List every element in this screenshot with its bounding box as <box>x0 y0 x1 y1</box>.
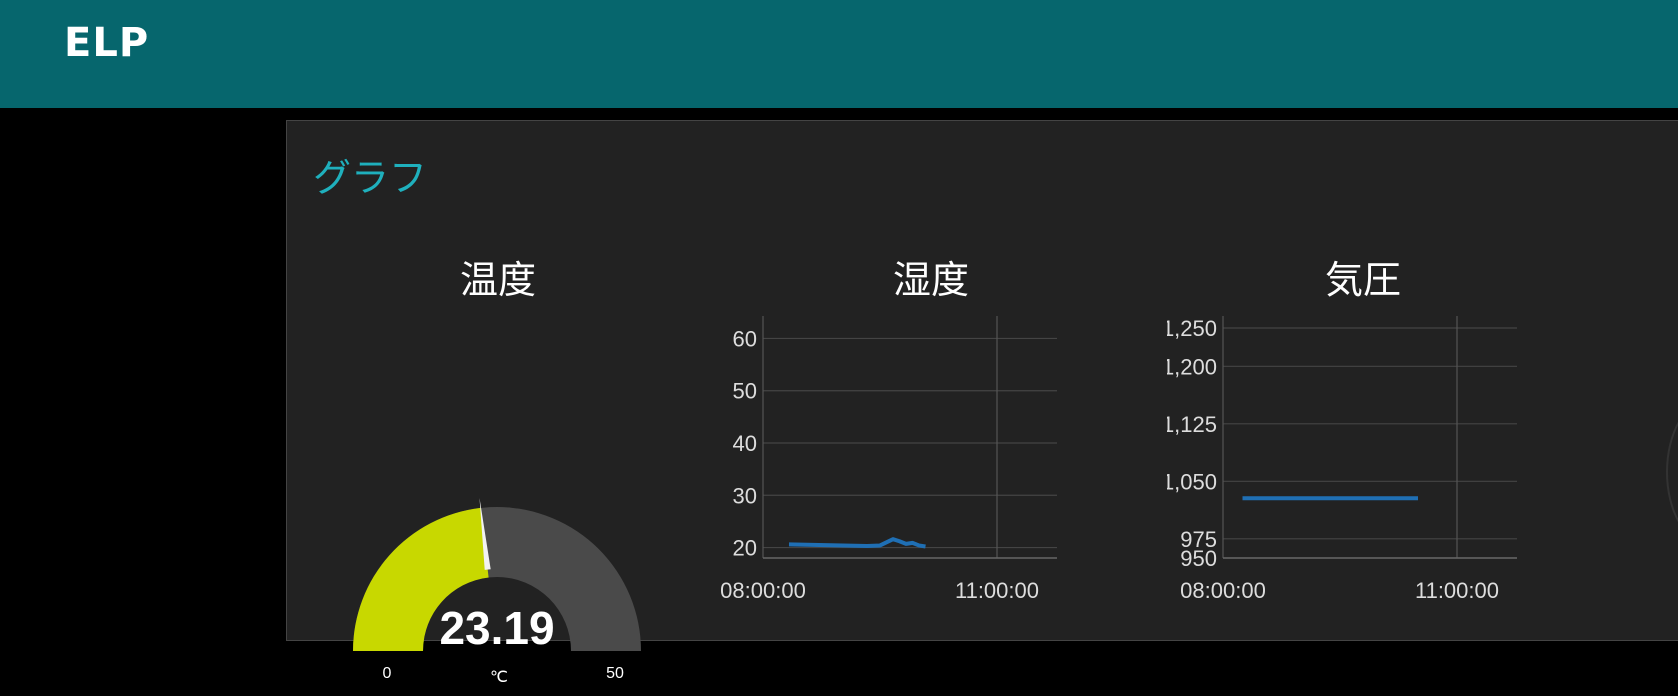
y-tick-label: 1,125 <box>1167 412 1217 437</box>
gauge-min-label: 0 <box>383 665 392 682</box>
y-tick-label: 60 <box>733 326 757 351</box>
gauge-unit: ℃ <box>490 669 508 686</box>
gauge-max-label: 50 <box>606 665 624 682</box>
y-tick-label: 20 <box>733 536 757 561</box>
x-tick-label: 08:00:00 <box>1180 578 1266 603</box>
top-bar: ELP <box>0 0 1678 108</box>
x-tick-label: 08:00:00 <box>720 578 806 603</box>
y-tick-label: 1,250 <box>1167 316 1217 341</box>
y-tick-label: 1,200 <box>1167 354 1217 379</box>
group-title: グラフ <box>313 156 428 200</box>
gauge-value: 23.19 <box>439 602 554 654</box>
graph-group-card: グラフ 温度 23.19 0 50 ℃ 湿度 20 30 40 50 60 08:00:0… <box>286 120 1678 686</box>
x-tick-label: 11:00:00 <box>955 578 1039 603</box>
y-tick-label: 40 <box>733 431 757 456</box>
series-line <box>788 537 926 549</box>
y-tick-label: 1,050 <box>1167 469 1217 494</box>
temperature-gauge: 23.19 0 50 ℃ <box>353 497 641 686</box>
humidity-chart-title: 湿度 <box>892 258 969 302</box>
y-tick-label: 50 <box>733 379 757 404</box>
y-tick-label: 30 <box>733 483 757 508</box>
y-tick-label: 975 <box>1180 527 1217 552</box>
app-title: ELP <box>64 20 150 66</box>
gauge-title: 温度 <box>459 258 536 302</box>
pressure-chart: 9509751,0501,1251,2001,25008:00:00 11:00:… <box>1167 316 1517 603</box>
x-tick-label: 11:00:00 <box>1415 578 1499 603</box>
pressure-chart-title: 気圧 <box>1324 258 1401 302</box>
